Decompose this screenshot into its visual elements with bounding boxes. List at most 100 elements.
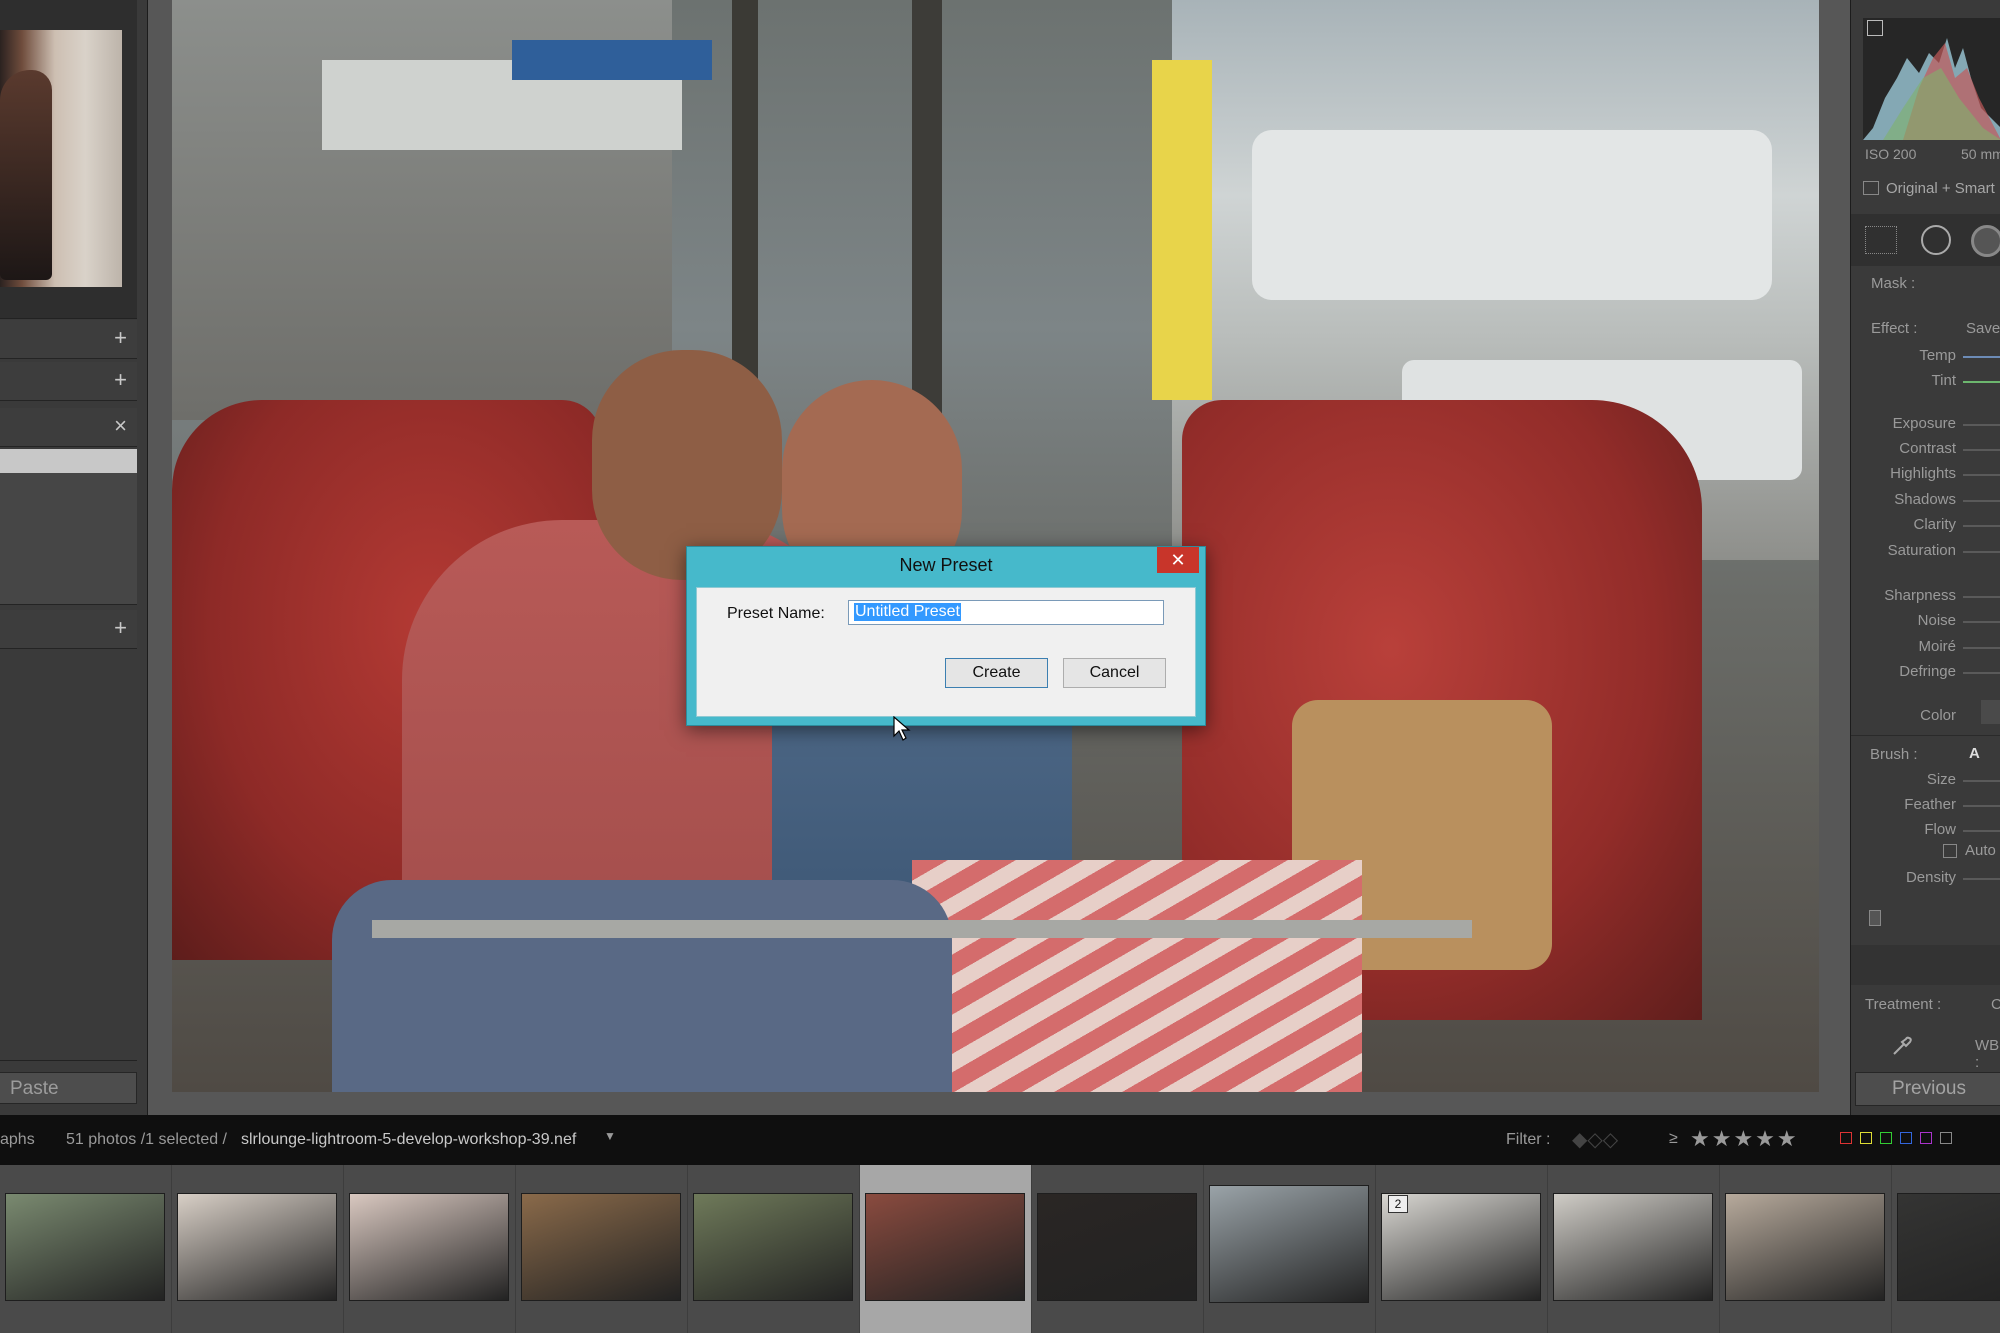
add-snapshot-icon[interactable]: +	[114, 367, 127, 393]
slider-label-size: Size	[1926, 771, 1956, 788]
temp-slider[interactable]	[1963, 356, 2000, 358]
stack-count-badge[interactable]: 2	[1388, 1195, 1408, 1213]
effect-preset-dropdown[interactable]: Save	[1966, 320, 2000, 337]
filmstrip-thumbnail[interactable]	[1209, 1185, 1369, 1303]
slider-label-moire: Moiré	[1918, 638, 1956, 655]
size-slider[interactable]	[1963, 780, 2000, 782]
flag-filter-icons[interactable]: ◆◇◇	[1572, 1127, 1618, 1152]
filmstrip-cell[interactable]	[172, 1165, 344, 1333]
slider-label-clarity: Clarity	[1913, 516, 1956, 533]
rating-operator[interactable]: ≥	[1669, 1130, 1678, 1148]
iso-value: ISO 200	[1865, 146, 1917, 162]
filmstrip-header: aphs 51 photos /1 selected / slrlounge-l…	[0, 1115, 2000, 1165]
brush-a-tab[interactable]: A	[1969, 745, 1980, 762]
rating-filter-stars[interactable]: ★★★★★	[1690, 1126, 1799, 1152]
slider-label-shadows: Shadows	[1894, 491, 1956, 508]
noise-slider[interactable]	[1963, 621, 2000, 623]
treatment-value[interactable]: C	[1991, 996, 2000, 1013]
navigator-thumbnail-figure	[0, 70, 52, 280]
filmstrip-thumbnail[interactable]	[1725, 1193, 1885, 1301]
preset-name-input[interactable]: Untitled Preset	[848, 600, 1164, 625]
navigator-preview[interactable]	[0, 0, 137, 319]
photo-striped-skirt	[912, 860, 1362, 1092]
filmstrip-thumbnail[interactable]	[1037, 1193, 1197, 1301]
treatment-label: Treatment :	[1865, 996, 1942, 1013]
saturation-slider[interactable]	[1963, 551, 2000, 553]
histogram[interactable]	[1863, 18, 2000, 140]
toggle-switch-icon[interactable]	[1869, 910, 1881, 926]
photo-jeans	[332, 880, 952, 1092]
white-balance-eyedropper-icon[interactable]	[1891, 1035, 1913, 1057]
filmstrip-thumbnail[interactable]	[521, 1193, 681, 1301]
clarity-slider[interactable]	[1963, 525, 2000, 527]
collections-header[interactable]: +	[0, 610, 137, 649]
radial-filter-icon[interactable]	[1921, 225, 1951, 255]
filename[interactable]: slrlounge-lightroom-5-develop-workshop-3…	[241, 1131, 576, 1149]
filmstrip-cell[interactable]	[516, 1165, 688, 1333]
slider-label-noise: Noise	[1917, 612, 1956, 629]
filmstrip-thumbnail[interactable]	[1553, 1193, 1713, 1301]
filmstrip-cell[interactable]	[0, 1165, 172, 1333]
shadows-slider[interactable]	[1963, 500, 2000, 502]
filmstrip-cell[interactable]	[688, 1165, 860, 1333]
history-item-selected[interactable]	[0, 449, 137, 473]
auto-mask-checkbox[interactable]	[1943, 844, 1957, 858]
slider-label-sharpness: Sharpness	[1884, 587, 1956, 604]
close-button[interactable]: ✕	[1157, 547, 1199, 573]
color-label-filters[interactable]	[1840, 1132, 1970, 1146]
history-header[interactable]: ×	[0, 408, 137, 447]
paste-button[interactable]: Paste	[0, 1072, 137, 1104]
filmstrip-cell[interactable]: 2	[1376, 1165, 1548, 1333]
grid-overlay-icon[interactable]	[1865, 226, 1897, 254]
filmstrip-cell[interactable]	[860, 1165, 1032, 1333]
filmstrip-thumbnail[interactable]	[349, 1193, 509, 1301]
tint-slider[interactable]	[1963, 381, 2000, 383]
add-collection-icon[interactable]: +	[114, 615, 127, 641]
filmstrip-thumbnail[interactable]	[693, 1193, 853, 1301]
photo-count: 51 photos /1 selected /	[66, 1131, 227, 1148]
new-preset-dialog: New Preset ✕ Preset Name: Untitled Prese…	[686, 546, 1206, 726]
clipping-warning-icon[interactable]	[1867, 20, 1883, 36]
filmstrip-thumbnail[interactable]	[5, 1193, 165, 1301]
panel-spacer	[1851, 945, 2000, 985]
slider-label-saturation: Saturation	[1887, 542, 1956, 559]
moire-slider[interactable]	[1963, 647, 2000, 649]
feather-slider[interactable]	[1963, 805, 2000, 807]
filmstrip-thumbnail[interactable]	[865, 1193, 1025, 1301]
right-panel: ISO 200 50 mm Original + Smart Mask : Ef…	[1850, 0, 2000, 1115]
filmstrip-thumbnail[interactable]	[177, 1193, 337, 1301]
color-swatch[interactable]	[1981, 700, 2000, 724]
tool-strip	[1851, 214, 2000, 266]
density-slider[interactable]	[1963, 878, 2000, 880]
divider	[1851, 735, 2000, 736]
slider-label-temp: Temp	[1919, 347, 1956, 364]
clear-history-icon[interactable]: ×	[114, 413, 127, 439]
original-checkbox[interactable]	[1863, 181, 1879, 195]
create-button[interactable]: Create	[945, 658, 1048, 688]
filmstrip-cell[interactable]	[1204, 1165, 1376, 1333]
adjustment-brush-icon[interactable]	[1971, 225, 2000, 257]
source-label[interactable]: aphs	[0, 1131, 35, 1149]
filename-dropdown-icon[interactable]: ▼	[604, 1129, 616, 1143]
filmstrip-cell[interactable]	[1892, 1165, 2000, 1333]
defringe-slider[interactable]	[1963, 672, 2000, 674]
exposure-slider[interactable]	[1963, 424, 2000, 426]
filmstrip-thumbnail[interactable]	[1897, 1193, 2000, 1301]
snapshots-header[interactable]: +	[0, 362, 137, 401]
filmstrip-cell[interactable]	[1032, 1165, 1204, 1333]
add-preset-icon[interactable]: +	[114, 325, 127, 351]
histogram-graph	[1863, 38, 2000, 140]
sharpness-slider[interactable]	[1963, 596, 2000, 598]
previous-button[interactable]: Previous	[1855, 1072, 2000, 1106]
presets-header[interactable]: +	[0, 320, 137, 359]
filmstrip-cell[interactable]	[344, 1165, 516, 1333]
preset-name-label: Preset Name:	[727, 605, 825, 622]
auto-mask-label: Auto	[1965, 842, 1996, 859]
filmstrip-cell[interactable]	[1720, 1165, 1892, 1333]
flow-slider[interactable]	[1963, 830, 2000, 832]
cancel-button[interactable]: Cancel	[1063, 658, 1166, 688]
filmstrip-cell[interactable]	[1548, 1165, 1720, 1333]
highlights-slider[interactable]	[1963, 474, 2000, 476]
contrast-slider[interactable]	[1963, 449, 2000, 451]
photo-yellow-banner	[1152, 60, 1212, 400]
